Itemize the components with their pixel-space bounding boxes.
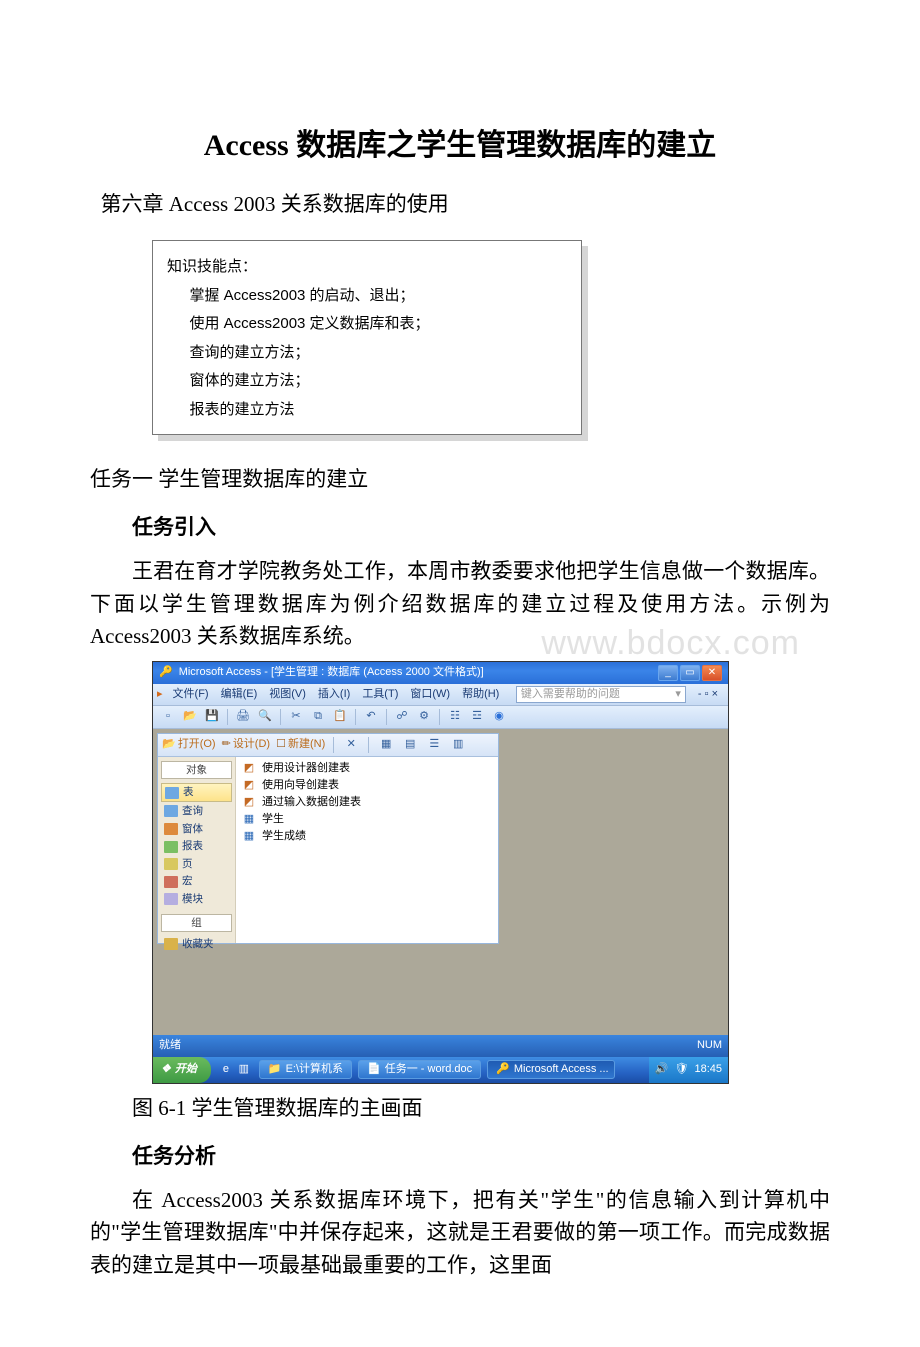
close-button[interactable]: ✕: [702, 665, 722, 681]
skill-box: 知识技能点： 掌握 Access2003 的启动、退出； 使用 Access20…: [152, 240, 582, 435]
windows-logo-icon: ❖: [161, 1063, 171, 1076]
task-heading: 任务一 学生管理数据库的建立: [90, 463, 830, 493]
menu-window[interactable]: 窗口(W): [404, 687, 456, 702]
status-ready: 就绪: [159, 1039, 181, 1052]
preview-icon[interactable]: 🔍: [256, 708, 274, 726]
sidebar-queries[interactable]: 查询: [161, 803, 232, 820]
small-icons-icon[interactable]: ▤: [401, 736, 419, 754]
menu-insert[interactable]: 插入(I): [312, 687, 356, 702]
analysis-paragraph: 在 Access2003 关系数据库环境下，把有关"学生"的信息输入到计算机中的…: [90, 1184, 830, 1282]
table-student-score[interactable]: ▦学生成绩: [240, 829, 494, 845]
skill-item: 使用 Access2003 定义数据库和表；: [167, 310, 567, 339]
skill-item: 窗体的建立方法；: [167, 367, 567, 396]
menu-tools[interactable]: 工具(T): [356, 687, 404, 702]
object-list: ◩使用设计器创建表 ◩使用向导创建表 ◩通过输入数据创建表 ▦学生 ▦学生成绩: [236, 757, 498, 943]
sidebar-macros[interactable]: 宏: [161, 873, 232, 890]
help-icon[interactable]: ◉: [490, 708, 508, 726]
taskbar-button-access[interactable]: 🔑Microsoft Access ...: [487, 1060, 615, 1079]
mdi-close-button[interactable]: - ▫ ×: [692, 687, 724, 702]
sidebar-forms[interactable]: 窗体: [161, 821, 232, 838]
taskbar-button-explorer[interactable]: 📁E:\计算机系: [259, 1060, 352, 1079]
windows-taskbar: ❖ 开始 e ▥ 📁E:\计算机系 📄任务一 - word.doc 🔑Micro…: [153, 1057, 728, 1083]
menubar: ▸ 文件(F) 编辑(E) 视图(V) 插入(I) 工具(T) 窗口(W) 帮助…: [153, 684, 728, 706]
db-object-bar: 对象 表 查询 窗体 报表 页 宏 模块 组 收藏夹: [158, 757, 236, 943]
large-icons-icon[interactable]: ▦: [377, 736, 395, 754]
groups-header: 组: [161, 914, 232, 933]
skill-item: 查询的建立方法；: [167, 339, 567, 368]
quicklaunch-desktop-icon[interactable]: ▥: [235, 1061, 253, 1079]
undo-icon[interactable]: ↶: [362, 708, 380, 726]
doc-title: Access 数据库之学生管理数据库的建立: [90, 120, 830, 164]
skill-item: 报表的建立方法: [167, 396, 567, 425]
quicklaunch-ie-icon[interactable]: e: [217, 1061, 235, 1079]
minimize-button[interactable]: _: [658, 665, 678, 681]
db-design-button[interactable]: ✏设计(D): [222, 738, 271, 751]
help-placeholder: 键入需要帮助的问题: [521, 688, 620, 701]
standard-toolbar: ▫ 📂 💾 🖨 🔍 ✂ ⧉ 📋 ↶ ☍ ⚙ ☷ ☲ ◉: [153, 706, 728, 729]
menu-file[interactable]: 文件(F): [167, 687, 215, 702]
figure-caption: 图 6-1 学生管理数据库的主画面: [90, 1092, 830, 1122]
delete-icon[interactable]: ✕: [342, 736, 360, 754]
db-window-toolbar: 📂打开(O) ✏设计(D) ☐新建(N) ✕ ▦ ▤ ☰ ▥: [158, 734, 498, 757]
menu-edit[interactable]: 编辑(E): [215, 687, 264, 702]
open-db-icon[interactable]: 📂: [181, 708, 199, 726]
sidebar-tables[interactable]: 表: [161, 783, 232, 802]
paste-icon[interactable]: 📋: [331, 708, 349, 726]
new-db-icon[interactable]: ▫: [159, 708, 177, 726]
cut-icon[interactable]: ✂: [287, 708, 305, 726]
create-table-designer[interactable]: ◩使用设计器创建表: [240, 761, 494, 777]
table-student[interactable]: ▦学生: [240, 812, 494, 828]
child-window-icon: ▸: [157, 688, 163, 701]
tray-volume-icon[interactable]: 🔊: [655, 1063, 669, 1076]
taskbar-button-word[interactable]: 📄任务一 - word.doc: [358, 1060, 481, 1079]
menu-help[interactable]: 帮助(H): [456, 687, 505, 702]
relationships-icon[interactable]: ☍: [393, 708, 411, 726]
analyze-icon[interactable]: ⚙: [415, 708, 433, 726]
system-tray[interactable]: 🔊 🛡 18:45: [649, 1057, 728, 1083]
details-icon[interactable]: ▥: [449, 736, 467, 754]
section-heading-analysis: 任务分析: [90, 1140, 830, 1170]
db-open-button[interactable]: 📂打开(O): [162, 738, 216, 751]
objects-header: 对象: [161, 761, 232, 780]
statusbar: 就绪 NUM: [153, 1035, 728, 1057]
copy-icon[interactable]: ⧉: [309, 708, 327, 726]
sidebar-reports[interactable]: 报表: [161, 838, 232, 855]
save-icon[interactable]: 💾: [203, 708, 221, 726]
dropdown-icon: ▾: [675, 688, 681, 701]
chapter-heading: 第六章 Access 2003 关系数据库的使用: [90, 188, 830, 218]
tray-shield-icon[interactable]: 🛡: [675, 1063, 689, 1076]
database-window: 📂打开(O) ✏设计(D) ☐新建(N) ✕ ▦ ▤ ☰ ▥ 对象 表 查询: [157, 733, 499, 944]
skill-item: 掌握 Access2003 的启动、退出；: [167, 282, 567, 311]
sidebar-modules[interactable]: 模块: [161, 891, 232, 908]
start-button[interactable]: ❖ 开始: [153, 1057, 211, 1083]
menu-view[interactable]: 视图(V): [263, 687, 312, 702]
window-titlebar: 🔑 Microsoft Access - [学生管理 : 数据库 (Access…: [153, 662, 728, 684]
sidebar-pages[interactable]: 页: [161, 856, 232, 873]
intro-paragraph: 王君在育才学院教务处工作，本周市教委要求他把学生信息做一个数据库。下面以学生管理…: [90, 555, 830, 653]
properties-icon[interactable]: ☲: [468, 708, 486, 726]
create-table-wizard[interactable]: ◩使用向导创建表: [240, 778, 494, 794]
access-key-icon: 🔑: [159, 666, 173, 679]
section-heading-intro: 任务引入: [90, 511, 830, 541]
status-num: NUM: [697, 1039, 722, 1052]
tray-clock: 18:45: [694, 1063, 722, 1076]
skill-box-header: 知识技能点：: [167, 253, 567, 282]
window-title: Microsoft Access - [学生管理 : 数据库 (Access 2…: [179, 666, 652, 679]
create-table-by-data[interactable]: ◩通过输入数据创建表: [240, 795, 494, 811]
access-screenshot: 🔑 Microsoft Access - [学生管理 : 数据库 (Access…: [152, 661, 729, 1084]
help-search-input[interactable]: 键入需要帮助的问题 ▾: [516, 686, 686, 703]
sidebar-favorites[interactable]: 收藏夹: [161, 936, 232, 953]
code-icon[interactable]: ☷: [446, 708, 464, 726]
mdi-client-area: 📂打开(O) ✏设计(D) ☐新建(N) ✕ ▦ ▤ ☰ ▥ 对象 表 查询: [153, 729, 728, 1057]
print-icon[interactable]: 🖨: [234, 708, 252, 726]
maximize-button[interactable]: ▭: [680, 665, 700, 681]
list-view-icon[interactable]: ☰: [425, 736, 443, 754]
db-new-button[interactable]: ☐新建(N): [276, 738, 325, 751]
